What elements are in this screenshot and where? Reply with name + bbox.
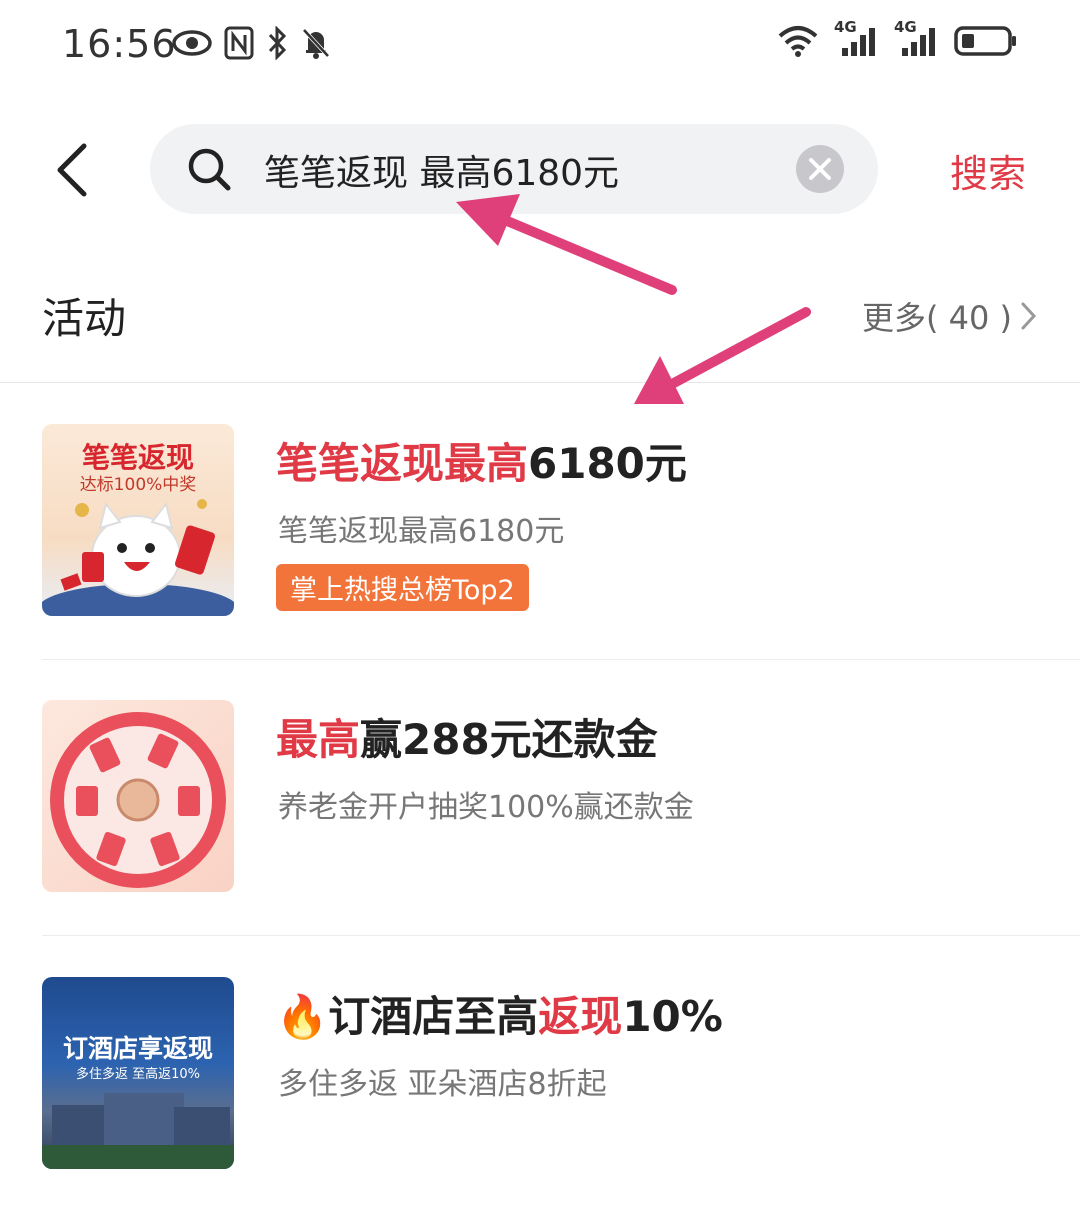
- cat-mascot-illustration: [42, 499, 234, 616]
- status-bar: 16:56 4G 4G: [0, 0, 1080, 92]
- annotation-arrow: [634, 307, 811, 404]
- search-input[interactable]: 笔笔返现 最高6180元: [150, 124, 878, 214]
- item-subtitle: 笔笔返现最高6180元: [278, 514, 565, 549]
- item-title: 笔笔返现最高6180元: [276, 430, 687, 491]
- status-left-icons: [172, 25, 332, 64]
- status-time: 16:56: [62, 22, 177, 66]
- row-divider: [42, 935, 1080, 936]
- status-right-icons: 4G 4G: [776, 18, 1018, 62]
- battery-icon: [954, 24, 1018, 62]
- search-query: 笔笔返现 最高6180元: [264, 153, 620, 194]
- mute-icon: [300, 26, 332, 64]
- list-item-repayment[interactable]: 最高赢288元还款金 养老金开户抽奖100%赢还款金: [0, 700, 1080, 936]
- nfc-icon: [224, 26, 254, 64]
- item-title-highlight: 返现: [538, 992, 623, 1041]
- signal-4g-icon: 4G: [894, 18, 940, 62]
- network-label: 4G: [834, 18, 857, 36]
- search-button[interactable]: 搜索: [950, 143, 1026, 198]
- divider: [0, 382, 1080, 383]
- chevron-right-icon: [1021, 302, 1037, 330]
- clear-search-button[interactable]: [796, 145, 844, 193]
- item-thumbnail: 笔笔返现 达标100%中奖: [42, 424, 234, 616]
- section-title: 活动: [42, 294, 127, 343]
- item-title-rest: 10%: [622, 992, 723, 1041]
- item-title: 🔥订酒店至高返现10%: [276, 983, 723, 1044]
- back-button[interactable]: [50, 140, 100, 200]
- lucky-wheel-illustration: [50, 712, 226, 888]
- list-item-hotel[interactable]: 订酒店享返现 多住多返 至高返10% 🔥订酒店至高返现10% 多住多返 亚朵酒店…: [0, 977, 1080, 1177]
- close-icon: [809, 158, 831, 180]
- item-title-prefix: 🔥订酒店至高: [276, 992, 539, 1041]
- item-thumbnail: [42, 700, 234, 892]
- item-title-highlight: 最高: [276, 715, 361, 764]
- list-item-cashback[interactable]: 笔笔返现 达标100%中奖 笔笔返现最高6180元 笔笔返现最高6180元 掌上…: [0, 424, 1080, 660]
- hotel-building-illustration: [42, 1093, 234, 1169]
- chevron-left-icon: [57, 143, 87, 197]
- hot-rank-badge: 掌上热搜总榜Top2: [276, 564, 529, 611]
- bluetooth-icon: [266, 25, 288, 64]
- row-divider: [42, 659, 1080, 660]
- item-title-rest: 6180元: [528, 439, 687, 488]
- more-link[interactable]: 更多( 40 ): [862, 293, 1038, 339]
- more-label: 更多( 40 ): [861, 299, 1012, 337]
- network-label: 4G: [894, 18, 917, 36]
- item-subtitle: 多住多返 亚朵酒店8折起: [278, 1067, 607, 1102]
- item-title-rest: 赢288元还款金: [360, 715, 658, 764]
- item-subtitle: 养老金开户抽奖100%赢还款金: [278, 790, 694, 825]
- item-title: 最高赢288元还款金: [276, 706, 658, 767]
- item-title-highlight: 笔笔返现最高: [276, 439, 529, 488]
- search-icon: [186, 146, 232, 196]
- item-thumbnail: 订酒店享返现 多住多返 至高返10%: [42, 977, 234, 1169]
- signal-4g-icon: 4G: [834, 18, 880, 62]
- wifi-icon: [776, 24, 820, 62]
- eye-icon: [172, 26, 212, 64]
